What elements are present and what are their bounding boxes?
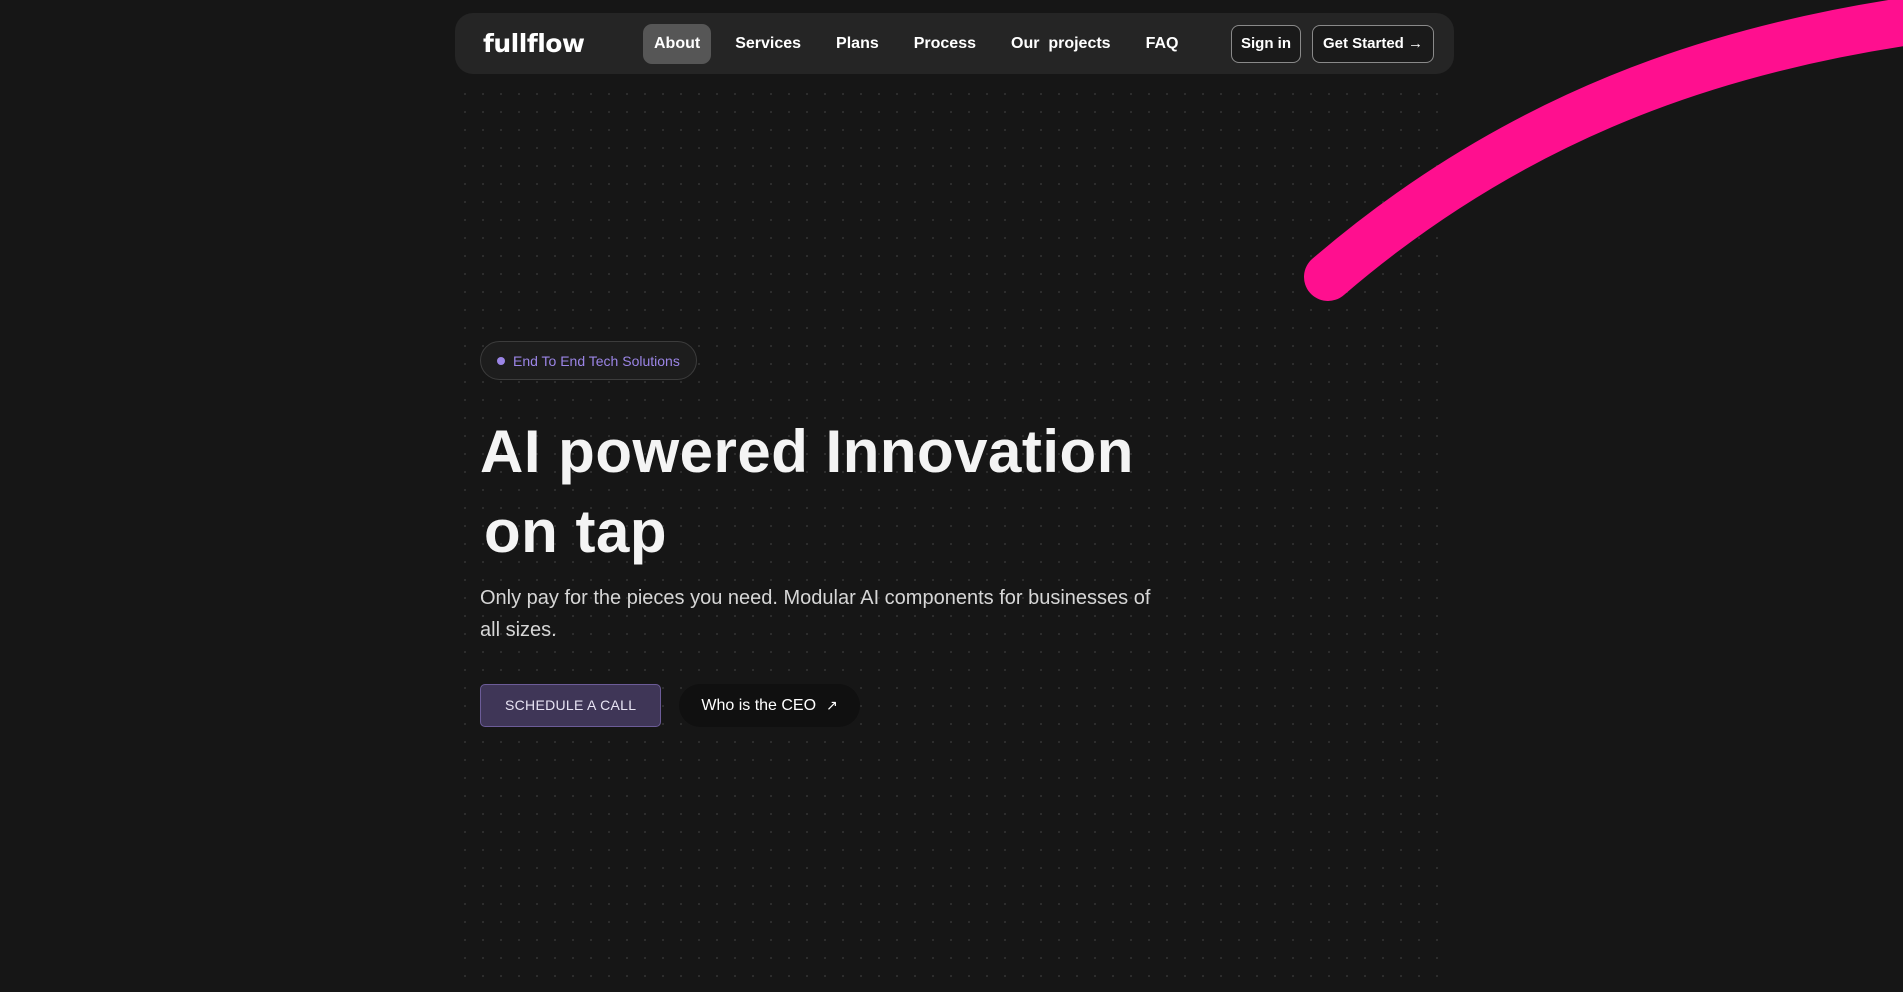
nav-about[interactable]: About bbox=[643, 24, 712, 64]
cta-row: SCHEDULE A CALL Who is the CEO ↗ bbox=[480, 684, 1200, 727]
who-is-ceo-label: Who is the CEO bbox=[701, 697, 817, 714]
nav-our-projects[interactable]: Our projects bbox=[1000, 24, 1122, 64]
nav-services[interactable]: Services bbox=[724, 24, 812, 64]
headline-line-1: AI powered Innovation bbox=[480, 418, 1134, 485]
sign-in-button[interactable]: Sign in bbox=[1231, 25, 1301, 63]
badge-text: End To End Tech Solutions bbox=[513, 352, 680, 369]
headline-line-2: on tap bbox=[484, 498, 667, 565]
hero-section: End To End Tech Solutions AI powered Inn… bbox=[480, 341, 1200, 727]
fullflow-logo[interactable]: fullflow bbox=[483, 29, 585, 59]
who-is-ceo-button[interactable]: Who is the CEO ↗ bbox=[679, 684, 860, 727]
nav-faq[interactable]: FAQ bbox=[1135, 24, 1190, 64]
schedule-call-button[interactable]: SCHEDULE A CALL bbox=[480, 684, 662, 727]
navbar: fullflow About Services Plans Process Ou… bbox=[455, 13, 1454, 74]
tagline-badge: End To End Tech Solutions bbox=[480, 341, 697, 380]
page: fullflow About Services Plans Process Ou… bbox=[0, 0, 1903, 992]
get-started-button[interactable]: Get Started → bbox=[1312, 25, 1434, 63]
nav-links: About Services Plans Process Our project… bbox=[643, 24, 1202, 64]
nav-process[interactable]: Process bbox=[903, 24, 987, 64]
hero-subtext: Only pay for the pieces you need. Modula… bbox=[480, 587, 1151, 641]
arrow-up-right-icon: ↗ bbox=[826, 697, 838, 713]
nav-plans[interactable]: Plans bbox=[825, 24, 890, 64]
hero-headline: AI powered Innovation on tap bbox=[480, 412, 1200, 572]
badge-dot-icon bbox=[497, 356, 505, 365]
